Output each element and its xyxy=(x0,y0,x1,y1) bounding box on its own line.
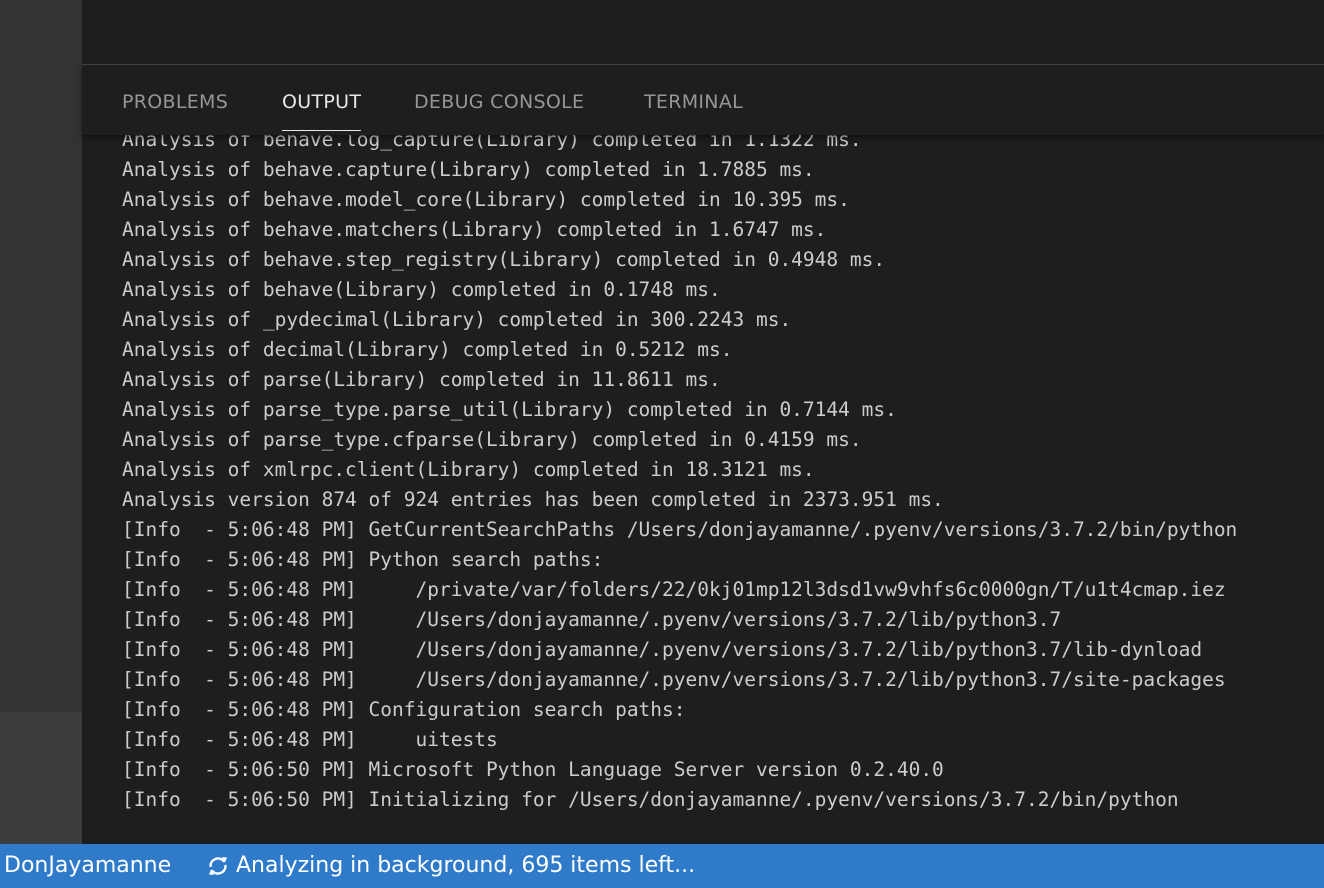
output-line: [Info - 5:06:48 PM] GetCurrentSearchPath… xyxy=(122,518,1238,541)
output-line: Analysis of xmlrpc.client(Library) compl… xyxy=(122,458,815,481)
output-line: Analysis of parse_type.parse_util(Librar… xyxy=(122,398,897,421)
output-line: Analysis version 874 of 924 entries has … xyxy=(122,488,944,511)
activity-bar xyxy=(0,0,82,712)
bottom-panel: PROBLEMS OUTPUT DEBUG CONSOLE TERMINAL A… xyxy=(82,64,1324,844)
status-bar: DonJayamanne Analyzing in background, 69… xyxy=(0,844,1324,888)
output-line: [Info - 5:06:48 PM] /Users/donjayamanne/… xyxy=(122,668,1226,691)
output-line: Analysis of behave(Library) completed in… xyxy=(122,278,721,301)
output-line: [Info - 5:06:50 PM] Initializing for /Us… xyxy=(122,788,1179,811)
output-line: Analysis of behave.step_registry(Library… xyxy=(122,248,886,271)
output-line: Analysis of behave.capture(Library) comp… xyxy=(122,158,815,181)
output-line: [Info - 5:06:48 PM] /Users/donjayamanne/… xyxy=(122,638,1203,661)
tab-terminal[interactable]: TERMINAL xyxy=(644,91,743,113)
tab-debug-console[interactable]: DEBUG CONSOLE xyxy=(414,91,584,113)
tab-problems[interactable]: PROBLEMS xyxy=(122,91,228,113)
output-line: Analysis of parse_type.cfparse(Library) … xyxy=(122,428,862,451)
panel-tab-bar: PROBLEMS OUTPUT DEBUG CONSOLE TERMINAL xyxy=(82,65,1324,135)
output-view[interactable]: Analysis of behave.log_capture(Library) … xyxy=(122,125,1312,825)
output-line: Analysis of decimal(Library) completed i… xyxy=(122,338,733,361)
output-line: Analysis of parse(Library) completed in … xyxy=(122,368,721,391)
activity-bar-lower xyxy=(0,712,82,844)
status-analysis-progress[interactable]: Analyzing in background, 695 items left.… xyxy=(236,844,695,888)
output-line: Analysis of behave.matchers(Library) com… xyxy=(122,218,827,241)
sync-icon[interactable] xyxy=(206,854,230,878)
editor-area[interactable] xyxy=(82,0,1324,64)
tab-output[interactable]: OUTPUT xyxy=(282,91,362,131)
output-line: [Info - 5:06:48 PM] /Users/donjayamanne/… xyxy=(122,608,1062,631)
output-line: Analysis of _pydecimal(Library) complete… xyxy=(122,308,792,331)
output-line: [Info - 5:06:50 PM] Microsoft Python Lan… xyxy=(122,758,944,781)
output-line: [Info - 5:06:48 PM] uitests xyxy=(122,728,498,751)
output-line: [Info - 5:06:48 PM] Configuration search… xyxy=(122,698,686,721)
output-lines: Analysis of behave.log_capture(Library) … xyxy=(122,125,1237,815)
status-user-account[interactable]: DonJayamanne xyxy=(4,844,171,888)
output-line: [Info - 5:06:48 PM] Python search paths: xyxy=(122,548,604,571)
vscode-window: PROBLEMS OUTPUT DEBUG CONSOLE TERMINAL A… xyxy=(0,0,1324,888)
output-line: [Info - 5:06:48 PM] /private/var/folders… xyxy=(122,578,1226,601)
output-line: Analysis of behave.model_core(Library) c… xyxy=(122,188,850,211)
